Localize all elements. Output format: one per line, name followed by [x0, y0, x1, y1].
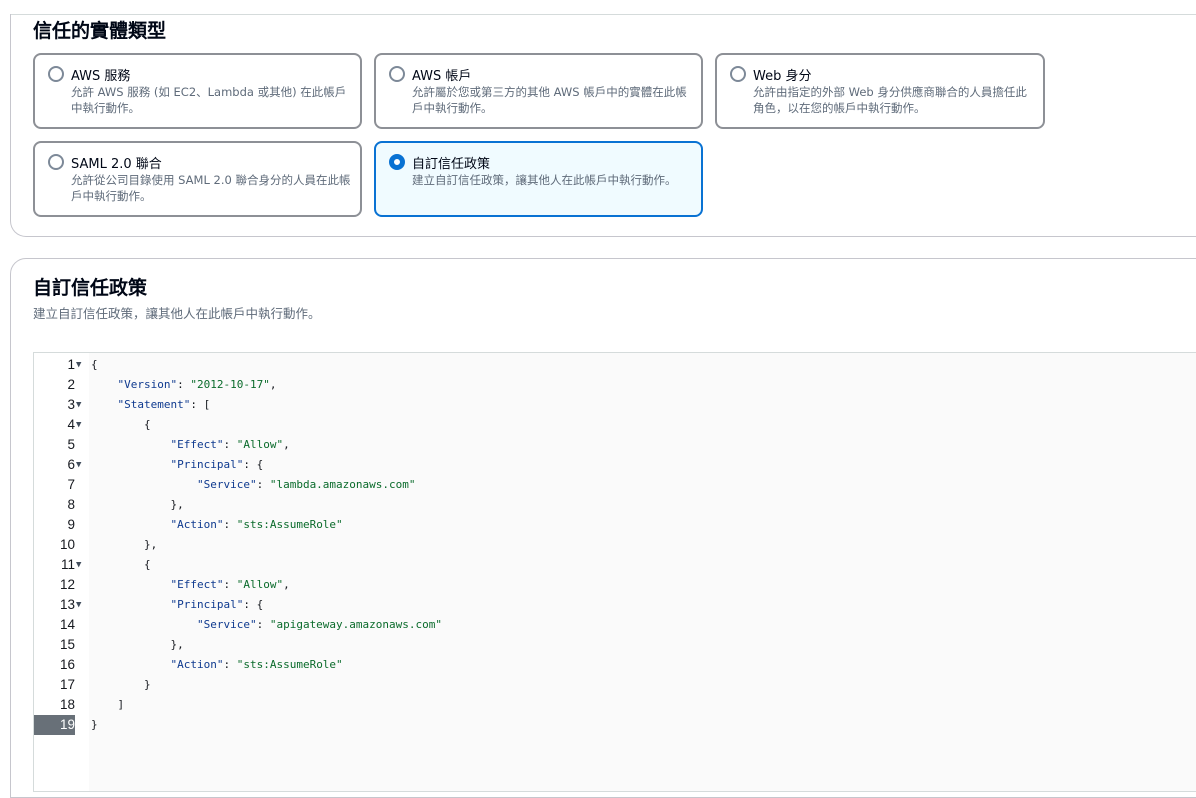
code-text: "Effect": "Allow", [170, 438, 290, 451]
radio-aws-service[interactable] [48, 66, 64, 82]
code-line[interactable]: 8 }, [34, 495, 1194, 515]
code-line[interactable]: 2 "Version": "2012-10-17", [34, 375, 1194, 395]
line-number: 1 [67, 357, 75, 372]
code-text: "Service": "apigateway.amazonaws.com" [196, 618, 443, 631]
code-line[interactable]: 6 ▼ "Principal": { [34, 455, 1194, 475]
line-number: 9 [67, 517, 75, 532]
fold-toggle-icon[interactable]: ▼ [76, 555, 81, 575]
option-aws-service[interactable]: AWS 服務 允許 AWS 服務 (如 EC2、Lambda 或其他) 在此帳戶… [33, 53, 362, 129]
line-number: 17 [59, 677, 75, 692]
fold-toggle-icon[interactable]: ▼ [76, 455, 81, 475]
line-number: 3 [67, 397, 75, 412]
line-number: 10 [59, 537, 75, 552]
fold-toggle-icon[interactable]: ▼ [76, 355, 81, 375]
option-title: AWS 服務 [71, 69, 131, 84]
code-line[interactable]: 9 "Action": "sts:AssumeRole" [34, 515, 1194, 535]
code-line[interactable]: 4 ▼ { [34, 415, 1194, 435]
code-text: }, [91, 498, 184, 511]
option-description: 建立自訂信任政策，讓其他人在此帳戶中執行動作。 [412, 173, 677, 187]
code-text: "Action": "sts:AssumeRole" [170, 658, 343, 671]
code-line[interactable]: 19} [34, 715, 1194, 735]
code-line[interactable]: 15 }, [34, 635, 1194, 655]
option-description: 允許 AWS 服務 (如 EC2、Lambda 或其他) 在此帳戶中執行動作。 [71, 85, 347, 115]
option-description: 允許從公司目錄使用 SAML 2.0 聯合身分的人員在此帳戶中執行動作。 [71, 173, 351, 203]
custom-policy-description: 建立自訂信任政策，讓其他人在此帳戶中執行動作。 [33, 306, 321, 321]
option-custom-trust-policy[interactable]: 自訂信任政策 建立自訂信任政策，讓其他人在此帳戶中執行動作。 [374, 141, 703, 217]
line-number: 18 [59, 697, 75, 712]
line-number: 2 [67, 377, 75, 392]
code-text: "Version": "2012-10-17", [117, 378, 277, 391]
code-line[interactable]: 11 ▼ { [34, 555, 1194, 575]
code-text: }, [91, 638, 184, 651]
option-title: Web 身分 [753, 69, 812, 84]
code-line[interactable]: 17 } [34, 675, 1194, 695]
line-number: 11 [60, 557, 75, 572]
code-line[interactable]: 14 "Service": "apigateway.amazonaws.com" [34, 615, 1194, 635]
line-number: 5 [67, 437, 75, 452]
code-text: { [91, 418, 151, 431]
fold-toggle-icon[interactable]: ▼ [76, 595, 81, 615]
code-line[interactable]: 3 ▼ "Statement": [ [34, 395, 1194, 415]
option-description: 允許屬於您或第三方的其他 AWS 帳戶中的實體在此帳戶中執行動作。 [412, 85, 687, 115]
radio-saml-federation[interactable] [48, 154, 64, 170]
code-text: { [91, 558, 151, 571]
code-line[interactable]: 18 ] [34, 695, 1194, 715]
radio-aws-account[interactable] [389, 66, 405, 82]
code-text: "Statement": [ [117, 398, 211, 411]
code-line[interactable]: 10 }, [34, 535, 1194, 555]
fold-toggle-icon[interactable]: ▼ [76, 415, 81, 435]
code-text: { [91, 358, 98, 371]
trusted-entity-heading: 信任的實體類型 [33, 20, 167, 42]
line-number: 14 [59, 617, 75, 632]
code-line[interactable]: 16 "Action": "sts:AssumeRole" [34, 655, 1194, 675]
option-aws-account[interactable]: AWS 帳戶 允許屬於您或第三方的其他 AWS 帳戶中的實體在此帳戶中執行動作。 [374, 53, 703, 129]
option-saml-federation[interactable]: SAML 2.0 聯合 允許從公司目錄使用 SAML 2.0 聯合身分的人員在此… [33, 141, 362, 217]
radio-custom-trust-policy[interactable] [389, 154, 405, 170]
option-description: 允許由指定的外部 Web 身分供應商聯合的人員擔任此角色，以在您的帳戶中執行動作… [753, 85, 1027, 115]
custom-policy-heading: 自訂信任政策 [33, 277, 148, 299]
code-line[interactable]: 7 "Service": "lambda.amazonaws.com" [34, 475, 1194, 495]
option-title: 自訂信任政策 [412, 157, 491, 172]
line-number: 13 [59, 597, 75, 612]
code-text: } [91, 678, 151, 691]
code-text: "Principal": { [170, 598, 264, 611]
line-number: 15 [59, 637, 75, 652]
fold-toggle-icon[interactable]: ▼ [76, 395, 81, 415]
code-text: "Service": "lambda.amazonaws.com" [196, 478, 416, 491]
radio-web-identity[interactable] [730, 66, 746, 82]
option-title: AWS 帳戶 [412, 69, 472, 84]
code-text: }, [91, 538, 158, 551]
line-number: 4 [67, 417, 75, 432]
option-title: SAML 2.0 聯合 [71, 157, 162, 172]
option-web-identity[interactable]: Web 身分 允許由指定的外部 Web 身分供應商聯合的人員擔任此角色，以在您的… [715, 53, 1045, 129]
line-number: 6 [67, 457, 75, 472]
line-number: 19 [34, 715, 75, 735]
code-line[interactable]: 5 "Effect": "Allow", [34, 435, 1194, 455]
code-text: } [91, 718, 98, 731]
code-line[interactable]: 13 ▼ "Principal": { [34, 595, 1194, 615]
code-text: ] [91, 698, 125, 711]
line-number: 16 [59, 657, 75, 672]
policy-code-editor[interactable]: 1 ▼{2 "Version": "2012-10-17", 3 ▼ "Stateme… [33, 352, 1196, 792]
line-number: 12 [59, 577, 75, 592]
code-text: "Action": "sts:AssumeRole" [170, 518, 343, 531]
line-number: 7 [67, 477, 75, 492]
line-number: 8 [67, 497, 75, 512]
code-line[interactable]: 1 ▼ { [34, 355, 1194, 375]
code-text: "Effect": "Allow", [170, 578, 290, 591]
code-line[interactable]: 12 "Effect": "Allow", [34, 575, 1194, 595]
code-text: "Principal": { [170, 458, 264, 471]
